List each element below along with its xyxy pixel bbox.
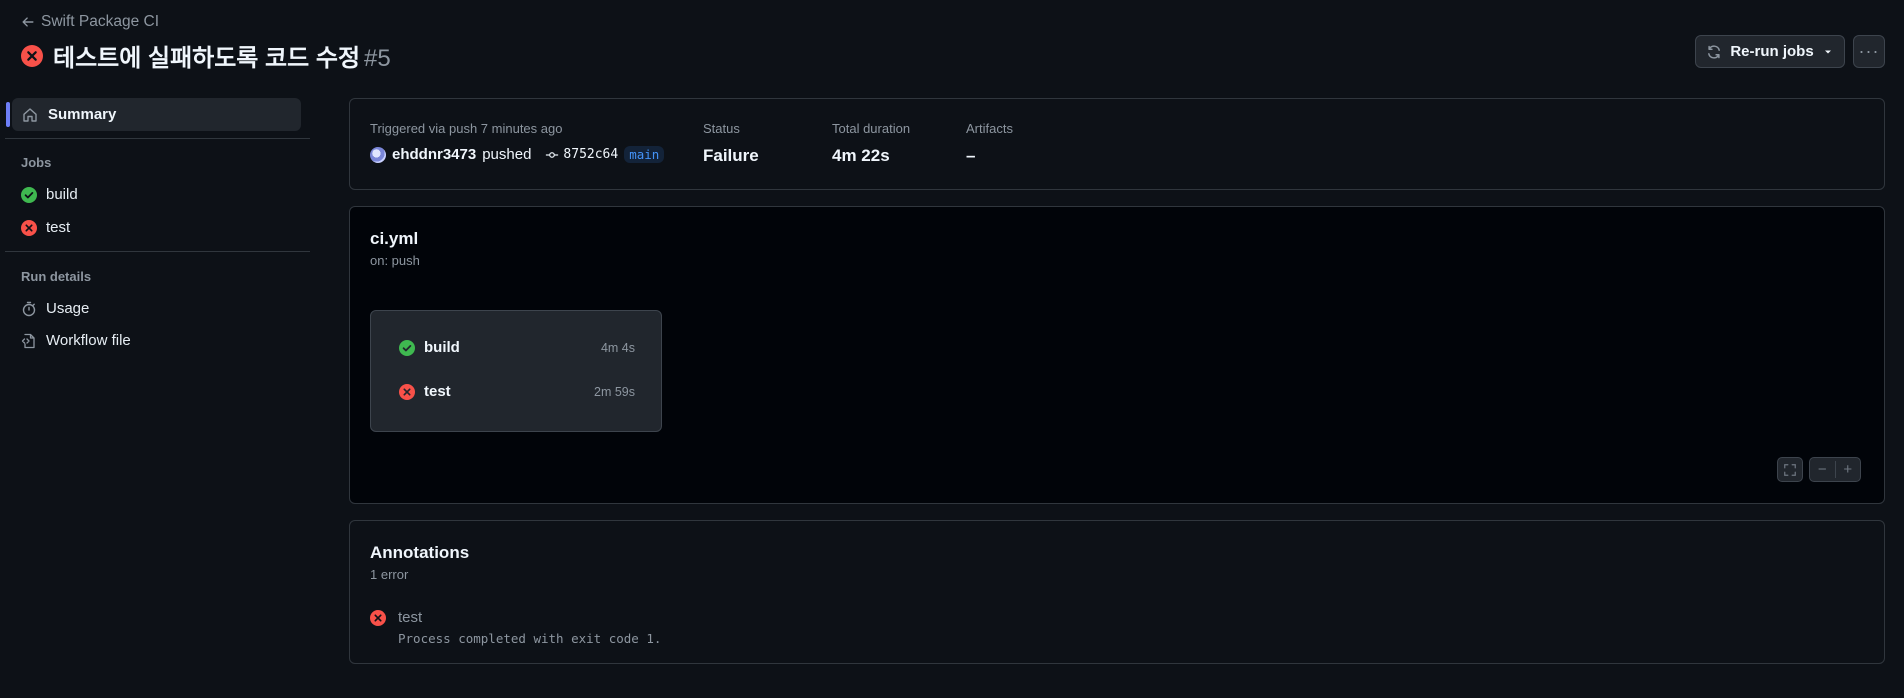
failure-icon [21,44,43,67]
home-icon [23,107,37,122]
trigger-info: Triggered via push 7 minutes ago ehddnr3… [370,121,665,163]
duration-value: 4m 22s [832,146,890,165]
back-to-workflow-link[interactable]: Swift Package CI [21,13,159,31]
job-duration: 2m 59s [594,384,635,399]
duration-info: Total duration 4m 22s [832,121,910,166]
artifacts-value: – [966,146,976,165]
active-indicator [6,102,10,127]
sidebar-item-build[interactable]: build [21,186,78,203]
zoom-in-button[interactable]: + [1834,461,1861,478]
status-value: Failure [703,146,759,165]
annotation-item[interactable]: test Process completed with exit code 1. [370,609,661,646]
artifacts-label: Artifacts [966,121,1013,136]
triangle-down-icon [1824,50,1831,53]
trigger-label: Triggered via push 7 minutes ago [370,121,563,136]
annotation-message: Process completed with exit code 1. [398,631,662,646]
graph-zoom-controls: − + [1777,457,1861,482]
x-circle-icon [370,610,386,626]
sidebar-item-label: build [46,186,78,203]
branch-badge[interactable]: main [624,146,665,163]
run-summary-panel: Triggered via push 7 minutes ago ehddnr3… [349,98,1885,190]
run-details-heading: Run details [21,269,92,284]
status-info: Status Failure [703,121,759,166]
stopwatch-icon [22,301,36,316]
sidebar-item-usage[interactable]: Usage [21,300,89,317]
arrow-left-icon [22,17,34,27]
workflow-graph-panel: ci.yml on: push build 4m 4s test 2m 59s [349,206,1885,504]
file-code-icon [21,333,35,348]
avatar[interactable] [370,146,386,163]
sidebar-divider [5,138,310,139]
commit-sha: 8752c64 [563,147,619,162]
rerun-jobs-label: Re-run jobs [1730,43,1814,60]
fullscreen-button[interactable] [1777,457,1803,482]
zoom-buttons: − + [1809,457,1861,482]
commit-link[interactable]: 8752c64 [545,147,618,162]
git-commit-icon [546,151,559,158]
annotations-title: Annotations [370,543,470,562]
jobs-heading: Jobs [21,155,52,170]
sidebar-item-workflow-file[interactable]: Workflow file [21,332,131,349]
job-name: test [424,383,451,400]
annotation-job-link[interactable]: test [398,609,661,626]
screen-full-icon [1784,463,1796,476]
workflow-file-name[interactable]: ci.yml [370,229,418,249]
run-title-row: 테스트에 실패하도록 코드 수정 #5 [21,38,391,73]
zoom-out-button[interactable]: − [1810,461,1835,478]
annotations-count: 1 error [370,567,409,582]
back-link-label: Swift Package CI [41,13,160,30]
sidebar-item-label: Usage [46,300,90,317]
duration-label: Total duration [832,121,911,136]
check-circle-icon [21,186,37,203]
x-circle-icon [21,219,37,236]
sidebar-item-label: Workflow file [46,332,131,349]
job-node-test[interactable]: test 2m 59s [399,383,635,400]
artifacts-info: Artifacts – [966,121,1013,166]
sidebar-item-label: Summary [48,106,117,123]
job-name: build [424,339,460,356]
more-options-button[interactable]: ··· [1853,35,1885,68]
x-circle-icon [399,383,415,400]
sidebar-item-test[interactable]: test [21,219,70,236]
annotations-panel: Annotations 1 error test Process complet… [349,520,1885,664]
check-circle-icon [399,339,415,356]
rerun-jobs-button[interactable]: Re-run jobs [1695,35,1845,68]
sidebar-item-label: test [46,219,71,236]
job-group: build 4m 4s test 2m 59s [370,310,662,432]
job-node-build[interactable]: build 4m 4s [399,339,635,356]
actor-link[interactable]: ehddnr3473 [392,146,476,163]
kebab-horizontal-icon: ··· [1858,41,1880,61]
action-text: pushed [482,146,532,163]
job-duration: 4m 4s [600,340,635,355]
sync-icon [1708,44,1721,59]
status-label: Status [703,121,740,136]
page-title: 테스트에 실패하도록 코드 수정 [53,45,361,72]
run-number: #5 [364,45,391,72]
sidebar-item-summary[interactable]: Summary [6,98,301,131]
sidebar-divider [5,251,310,252]
workflow-trigger: on: push [370,253,420,268]
